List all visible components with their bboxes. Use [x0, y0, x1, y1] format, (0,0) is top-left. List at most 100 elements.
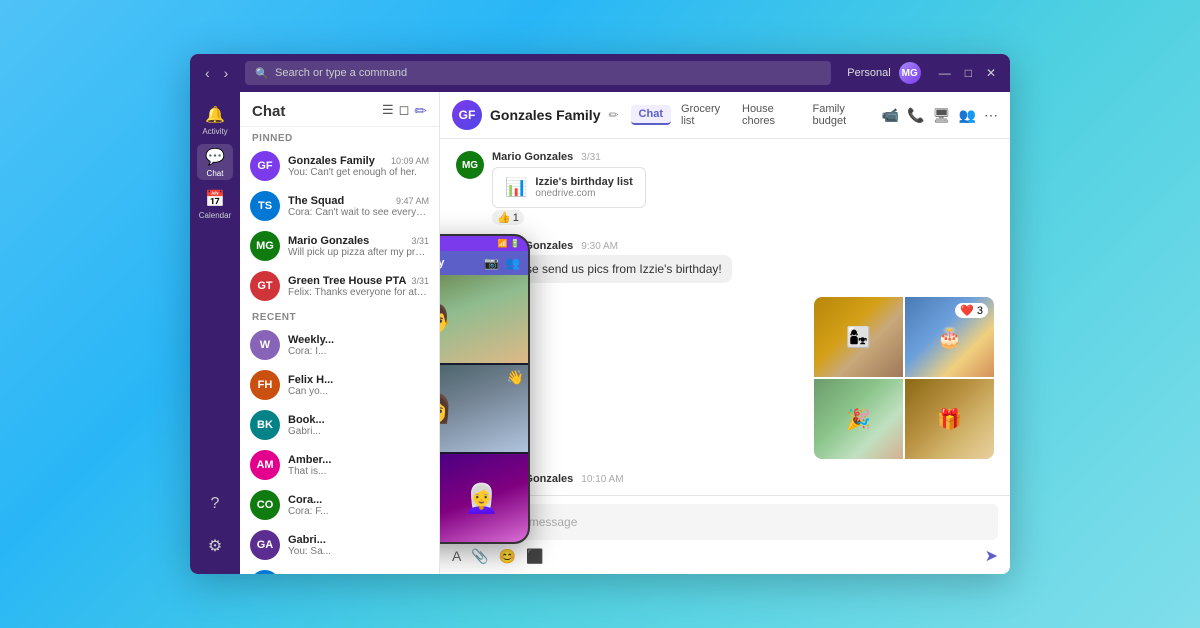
chat-item-preview: Will pick up pizza after my practice.: [288, 247, 429, 258]
chat-item-felix[interactable]: FH Felix H... Can yo...: [240, 365, 439, 405]
chat-item-preview: That is...: [288, 466, 429, 477]
chat-item-pta[interactable]: GT Green Tree House PTA 3/31 Felix: Than…: [240, 266, 439, 306]
chat-item-name: Book...: [288, 414, 325, 426]
video-call-icon[interactable]: 📹: [882, 107, 899, 124]
chat-item-info: Green Tree House PTA 3/31 Felix: Thanks …: [288, 275, 429, 298]
chat-item-preview: Felix: Thanks everyone for attending tod…: [288, 287, 429, 298]
message-header: Mario Gonzales 3/31: [492, 151, 646, 163]
tab-chat[interactable]: Chat: [631, 105, 671, 125]
chat-item-preview: Gabri...: [288, 426, 429, 437]
file-attachment[interactable]: 📊 Izzie's birthday list onedrive.com: [492, 167, 646, 208]
mobile-video-row-3: 👴 ❤️ 👩‍🦳: [440, 454, 528, 542]
photo-4: 🎁: [905, 379, 994, 459]
emoji-icon[interactable]: 😊: [499, 548, 516, 565]
mobile-participants-icon[interactable]: 👥: [505, 256, 520, 270]
message-input-box[interactable]: Type a new message: [452, 504, 998, 540]
nav-buttons: ‹ ›: [200, 63, 233, 83]
chat-item-time: 10:09 AM: [391, 156, 429, 166]
photo-reaction: ❤️ 3: [955, 303, 988, 318]
sidebar-item-chat[interactable]: 💬 Chat: [197, 144, 233, 180]
chat-item-info: Book... Gabri...: [288, 414, 429, 437]
close-button[interactable]: ✕: [982, 64, 1000, 82]
message-row-outgoing: 👩‍👧 🎂 🎉 🎁 ❤: [456, 297, 994, 459]
nav-bottom: ? ⚙: [197, 486, 233, 564]
chat-item-amber[interactable]: AM Amber... That is...: [240, 445, 439, 485]
chat-item-preview: Cora: F...: [288, 506, 429, 517]
more-options-icon[interactable]: ⋯: [984, 107, 998, 124]
recent-section-label: Recent: [240, 306, 439, 325]
chat-avatar: BK: [250, 410, 280, 440]
mobile-content: 👨 Felix Hi... 👩 Ashley G... 👋 �: [440, 275, 528, 542]
chat-item-name: Mario Gonzales: [288, 235, 369, 247]
participants-icon[interactable]: 👥: [959, 107, 976, 124]
chat-item-name: Amber...: [288, 454, 331, 466]
chat-item-preview: Cora: I...: [288, 346, 429, 357]
chat-avatar: AM: [250, 450, 280, 480]
mobile-header-icons: 📷 👥: [484, 256, 520, 270]
chat-item-squad[interactable]: TS The Squad 9:47 AM Cora: Can't wait to…: [240, 186, 439, 226]
chat-avatar: W: [250, 330, 280, 360]
sidebar-item-activity[interactable]: 🔔 Activity: [197, 102, 233, 138]
tab-house[interactable]: House chores: [734, 100, 802, 130]
attach-icon[interactable]: 📎: [471, 548, 488, 565]
chat-item-eric[interactable]: ES Eric S... Eric: C...: [240, 565, 439, 574]
tab-budget[interactable]: Family budget: [804, 100, 873, 130]
chat-item-preview: Can yo...: [288, 386, 429, 397]
mobile-video-4: 👩‍🦳: [440, 454, 528, 542]
user-avatar[interactable]: MG: [899, 62, 921, 84]
chat-item-info: Gonzales Family 10:09 AM You: Can't get …: [288, 155, 429, 178]
mobile-camera-icon[interactable]: 📷: [484, 256, 499, 270]
message-reaction: 👍 1: [492, 210, 524, 225]
mobile-call-title: Izabels Birthday: [440, 257, 478, 269]
chat-item-preview: Cora: Can't wait to see everyone!: [288, 207, 429, 218]
maximize-button[interactable]: □: [961, 64, 976, 82]
chat-item-name: Green Tree House PTA: [288, 275, 406, 287]
screen-share-icon[interactable]: 🖥: [933, 107, 951, 124]
activity-icon: 🔔: [205, 105, 225, 125]
sidebar-item-settings[interactable]: ⚙: [197, 528, 233, 564]
chat-item-time: 3/31: [411, 276, 429, 286]
chat-item-book[interactable]: BK Book... Gabri...: [240, 405, 439, 445]
audio-call-icon[interactable]: 📞: [907, 107, 924, 124]
chat-avatar: GF: [250, 151, 280, 181]
tab-grocery[interactable]: Grocery list: [673, 100, 732, 130]
file-name: Izzie's birthday list: [535, 176, 632, 188]
mobile-video-1: 👨 Felix Hi...: [440, 275, 528, 363]
search-bar[interactable]: 🔍 Search or type a command: [245, 61, 831, 85]
chat-main-header: GF Gonzales Family ✏ Chat Grocery list H…: [440, 92, 1010, 139]
settings-icon: ⚙: [208, 536, 222, 556]
format-icon[interactable]: A: [452, 548, 461, 564]
forward-button[interactable]: ›: [219, 63, 234, 83]
mobile-status-bar: 22:38 📶 🔋: [440, 236, 528, 251]
compose-icon[interactable]: ✏: [414, 102, 427, 120]
send-button[interactable]: ➤: [985, 546, 998, 566]
edit-group-icon[interactable]: ✏: [608, 108, 618, 122]
back-button[interactable]: ‹: [200, 63, 215, 83]
sidebar-item-help[interactable]: ?: [197, 486, 233, 522]
chat-avatar: GA: [250, 530, 280, 560]
chat-item-weekly[interactable]: W Weekly... Cora: I...: [240, 325, 439, 365]
chat-item-gabriel[interactable]: GA Gabri... You: Sa...: [240, 525, 439, 565]
chat-item-info: Mario Gonzales 3/31 Will pick up pizza a…: [288, 235, 429, 258]
mobile-video-2: 👩 Ashley G... 👋: [440, 365, 528, 453]
message-row: MG Mario Gonzales 10:10 AM 😍: [456, 473, 994, 495]
main-content: 🔔 Activity 💬 Chat 📅 Calendar ? ⚙: [190, 92, 1010, 574]
mobile-reaction: 👋: [507, 369, 524, 386]
sidebar-item-calendar[interactable]: 📅 Calendar: [197, 186, 233, 222]
app-window: ‹ › 🔍 Search or type a command Personal …: [190, 54, 1010, 574]
chat-item-info: Weekly... Cora: I...: [288, 334, 429, 357]
new-chat-icon[interactable]: ◻: [399, 102, 410, 120]
chat-avatar: TS: [250, 191, 280, 221]
gif-icon[interactable]: ⬛: [526, 548, 543, 565]
mobile-call-header: ‹ Izabels Birthday 📷 👥: [440, 251, 528, 275]
chat-item-gonzales-family[interactable]: GF Gonzales Family 10:09 AM You: Can't g…: [240, 146, 439, 186]
filter-icon[interactable]: ☰: [382, 102, 394, 120]
minimize-button[interactable]: —: [935, 64, 955, 82]
chat-label: Chat: [207, 169, 224, 178]
message-time: 3/31: [581, 152, 600, 163]
message-row: MG Mario Gonzales 3/31 📊 Izzie's birthda…: [456, 151, 994, 226]
chat-item-mario[interactable]: MG Mario Gonzales 3/31 Will pick up pizz…: [240, 226, 439, 266]
chat-main: GF Gonzales Family ✏ Chat Grocery list H…: [440, 92, 1010, 574]
message-content: Mario Gonzales 3/31 📊 Izzie's birthday l…: [492, 151, 646, 226]
chat-item-cora[interactable]: CO Cora... Cora: F...: [240, 485, 439, 525]
